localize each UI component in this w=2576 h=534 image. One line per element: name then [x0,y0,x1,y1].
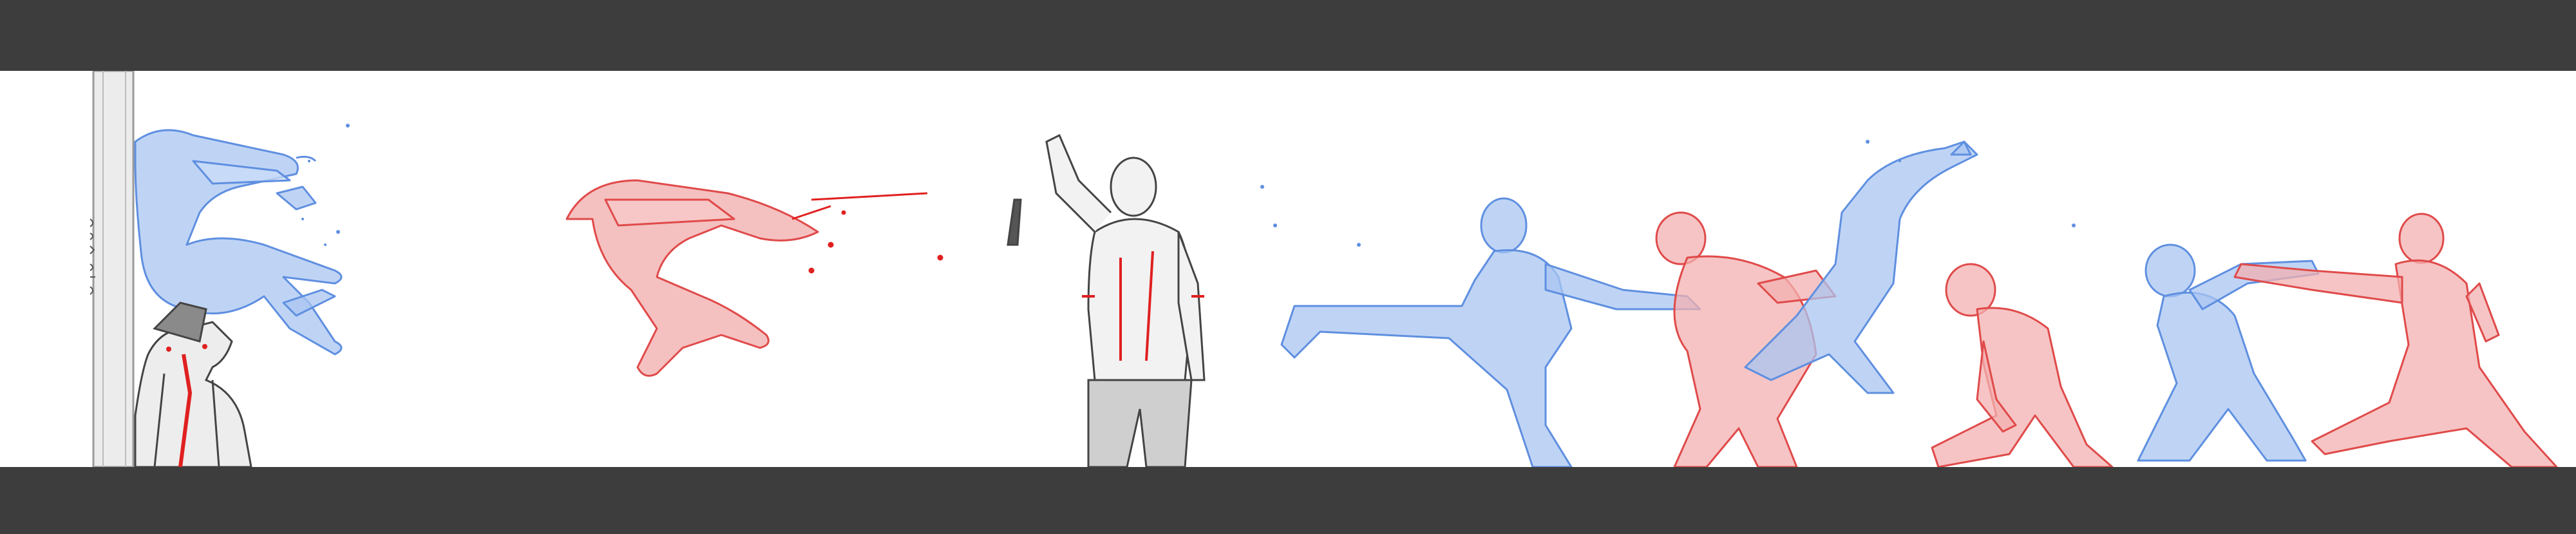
sketch-panel [0,71,2576,467]
letterbox-bottom [0,467,2576,534]
blue-spray [301,124,350,246]
wall-pillar [92,71,135,467]
grey-shirtless-man [1007,133,1206,467]
blue-figure-lunging-kick [1280,197,1701,467]
sketch-artwork [90,71,2558,467]
blue-figure-high-kick [1744,140,1978,394]
grey-suited-man [134,301,252,467]
storyboard-frame [0,0,2576,534]
letterbox-top [0,0,2576,71]
red-figure-crouching [1931,263,2114,467]
red-figure-flying-back [565,179,819,377]
